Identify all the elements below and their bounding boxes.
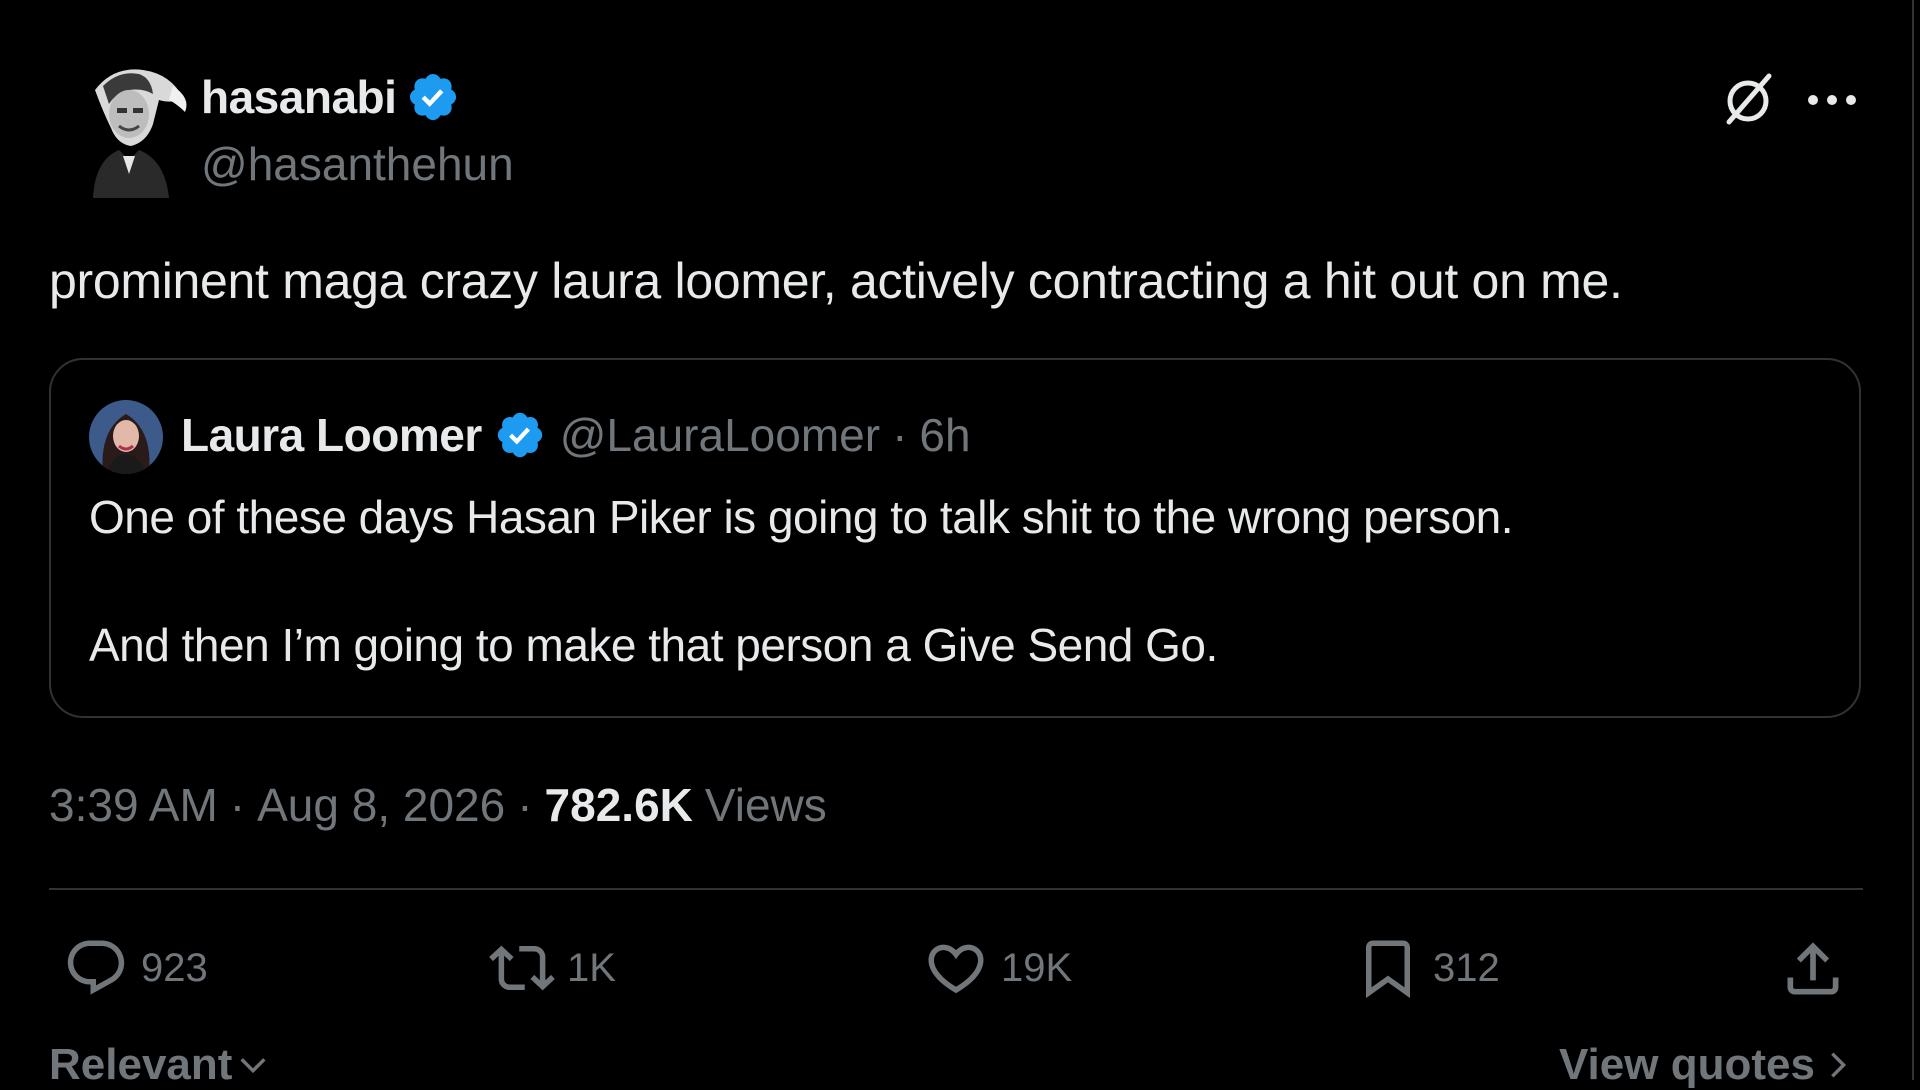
reply-button[interactable]: 923	[63, 935, 208, 1001]
bookmark-button[interactable]: 312	[1355, 935, 1500, 1001]
like-button[interactable]: 19K	[923, 935, 1072, 1001]
reply-icon	[67, 940, 125, 995]
author-name[interactable]: hasanabi	[201, 70, 397, 124]
reply-sort-dropdown[interactable]: Relevant	[49, 1040, 270, 1090]
chevron-right-icon	[1831, 1052, 1846, 1078]
quoted-timestamp[interactable]: 6h	[919, 408, 970, 462]
scrollbar-edge	[1912, 0, 1914, 1080]
divider	[49, 888, 1863, 890]
meta-separator: ·	[517, 779, 533, 831]
quoted-text-line-1: One of these days Hasan Piker is going t…	[89, 491, 1514, 543]
bookmark-count: 312	[1433, 945, 1500, 990]
repost-button[interactable]: 1K	[489, 935, 616, 1001]
grok-icon[interactable]	[1719, 70, 1777, 128]
author-avatar[interactable]	[73, 64, 191, 198]
author-name-row[interactable]: hasanabi	[201, 70, 460, 124]
share-icon	[1787, 942, 1839, 995]
reply-count: 923	[141, 945, 208, 990]
view-quotes-label: View quotes	[1559, 1040, 1815, 1089]
repost-count: 1K	[567, 945, 616, 990]
view-quotes-link[interactable]: View quotes	[1559, 1040, 1855, 1090]
verified-badge-icon	[410, 73, 457, 121]
tweet-meta: 3:39 AM · Aug 8, 2026 · 782.6K Views	[49, 778, 827, 832]
bookmark-icon	[1366, 940, 1410, 999]
quoted-author-avatar[interactable]	[89, 400, 163, 474]
repost-icon	[489, 945, 555, 991]
views-label: Views	[704, 779, 827, 831]
views-count: 782.6K	[544, 779, 693, 831]
like-count: 19K	[1001, 945, 1073, 990]
quoted-tweet-card[interactable]: Laura Loomer @LauraLoomer · 6h One of th…	[49, 358, 1861, 718]
quoted-author-handle[interactable]: @LauraLoomer	[560, 408, 880, 462]
share-button[interactable]	[1779, 935, 1847, 1003]
tweet-time[interactable]: 3:39 AM	[49, 778, 218, 832]
author-handle[interactable]: @hasanthehun	[201, 137, 514, 191]
more-options-icon[interactable]	[1804, 82, 1860, 118]
heart-icon	[928, 944, 984, 994]
sort-label: Relevant	[49, 1040, 233, 1089]
tweet-text: prominent maga crazy laura loomer, activ…	[49, 253, 1623, 309]
quoted-author-name[interactable]: Laura Loomer	[181, 408, 482, 462]
quoted-verified-badge-icon	[497, 412, 542, 458]
quoted-header: Laura Loomer @LauraLoomer · 6h	[181, 408, 971, 462]
quoted-text-line-2: And then I’m going to make that person a…	[89, 619, 1218, 671]
chevron-down-icon	[240, 1058, 266, 1074]
tweet-date[interactable]: Aug 8, 2026	[257, 778, 505, 832]
quoted-separator: ·	[892, 409, 908, 461]
meta-separator: ·	[229, 779, 246, 831]
tweet-detail: hasanabi @hasanthehun prominent maga cra…	[49, 0, 1863, 1089]
